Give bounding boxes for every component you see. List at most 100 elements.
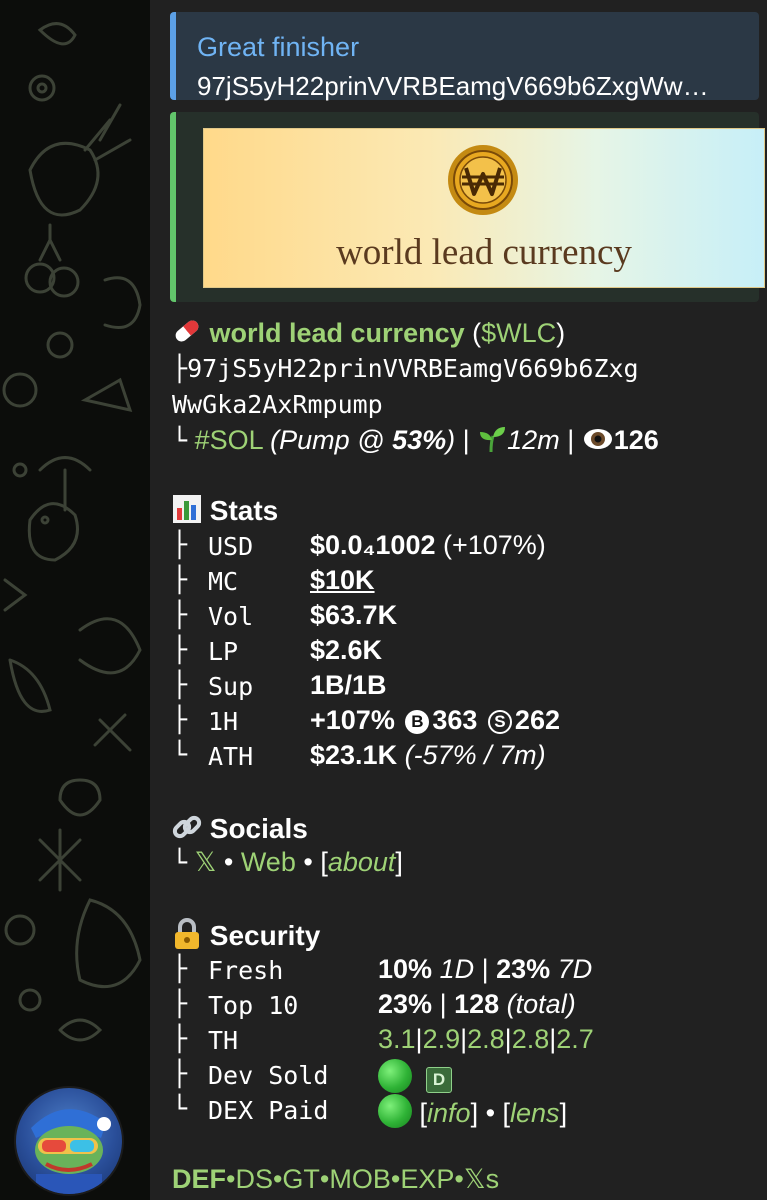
- one-hour-change: +107%: [310, 705, 395, 735]
- separator: •: [390, 1164, 401, 1194]
- tree-branch: ├: [172, 954, 188, 983]
- token-name-link[interactable]: world lead currency: [210, 318, 465, 348]
- wlc-logo-icon: [448, 145, 518, 215]
- view-count: 126: [613, 425, 659, 455]
- gt-link[interactable]: GT: [282, 1164, 320, 1194]
- footer-links: DEF•DS•GT•MOB•EXP•𝕏s: [172, 1164, 499, 1195]
- stat-label: LP: [208, 637, 239, 666]
- seedling-icon: [480, 427, 506, 453]
- one-hour-value: +107% B 363 S 262: [310, 705, 560, 736]
- tree-end: └: [172, 740, 188, 769]
- security-label: DEX Paid: [208, 1096, 329, 1125]
- about-link[interactable]: about: [328, 847, 396, 877]
- stat-label: MC: [208, 567, 239, 596]
- holder-link[interactable]: 2.8: [467, 1024, 505, 1054]
- fresh-7d-unit: 7D: [557, 954, 593, 984]
- top10-unit: (total): [506, 989, 576, 1019]
- fresh-7d-pct: 23%: [496, 954, 551, 984]
- fresh-1d-unit: 1D: [439, 954, 475, 984]
- separator: •: [216, 847, 241, 877]
- sell-count: 262: [514, 705, 560, 735]
- fresh-1d-pct: 10%: [378, 954, 433, 984]
- tree-branch: ├: [172, 670, 188, 699]
- tree-end: └: [172, 1094, 188, 1123]
- separator: |: [439, 989, 447, 1019]
- lens-link[interactable]: lens: [510, 1098, 560, 1128]
- buy-count: 363: [432, 705, 478, 735]
- dexpaid-value: [info] • [lens]: [378, 1094, 567, 1129]
- tree-branch: ├: [172, 530, 188, 559]
- separator: •: [319, 1164, 330, 1194]
- ticker-link[interactable]: $WLC: [481, 318, 556, 348]
- holder-link[interactable]: 2.8: [512, 1024, 550, 1054]
- eye-icon: [583, 429, 612, 449]
- ath-price: $23.1K: [310, 740, 398, 770]
- web-link[interactable]: Web: [241, 847, 296, 877]
- tree-branch: ├: [172, 635, 188, 664]
- reply-quote[interactable]: Great finisher 97jS5yH22prinVVRBEamgV669…: [170, 12, 759, 101]
- separator: •: [272, 1164, 283, 1194]
- reply-text: 97jS5yH22prinVVRBEamgV669b6ZxgWw…: [197, 71, 709, 101]
- market-cap-link[interactable]: $10K: [310, 565, 375, 596]
- socials-heading-text: Socials: [209, 813, 308, 844]
- x-search-link[interactable]: 𝕏s: [464, 1164, 499, 1194]
- security-label: Top 10: [208, 991, 299, 1020]
- fresh-value: 10% 1D | 23% 7D: [378, 954, 592, 985]
- link-icon: [172, 815, 202, 839]
- security-heading: Security: [172, 918, 320, 952]
- stat-label: Vol: [208, 602, 254, 631]
- x-link[interactable]: 𝕏: [195, 847, 217, 877]
- token-header: world lead currency ($WLC): [172, 316, 565, 349]
- ath-change: (-57% / 7m): [397, 740, 546, 770]
- top10-count: 128: [454, 989, 500, 1019]
- security-heading-text: Security: [209, 920, 321, 951]
- green-circle-icon: [378, 1094, 412, 1128]
- stat-label: 1H: [208, 707, 239, 736]
- frog-avatar-icon: [31, 1109, 111, 1194]
- link-preview[interactable]: world lead currency: [170, 112, 765, 302]
- pill-icon: [175, 320, 199, 342]
- preview-banner-image[interactable]: world lead currency: [203, 128, 765, 288]
- stat-label: USD: [208, 532, 254, 561]
- holder-link[interactable]: 2.7: [556, 1024, 594, 1054]
- usd-change: (+107%): [435, 530, 546, 560]
- stat-label: ATH: [208, 742, 254, 771]
- exp-link[interactable]: EXP: [400, 1164, 454, 1194]
- def-link[interactable]: DEF: [172, 1164, 226, 1194]
- separator: •: [295, 847, 321, 877]
- ds-link[interactable]: DS: [235, 1164, 273, 1194]
- tree-branch: ├: [172, 705, 188, 734]
- message-bubble: Great finisher 97jS5yH22prinVVRBEamgV669…: [150, 0, 767, 1200]
- token-meta-line: └ #SOL (Pump @ 53%) | 12m | 126: [172, 424, 659, 456]
- info-link[interactable]: info: [427, 1098, 471, 1128]
- doodle-pattern-icon: [2, 22, 142, 1042]
- tree-branch: ├: [172, 1059, 188, 1088]
- holder-link[interactable]: 2.9: [423, 1024, 461, 1054]
- holder-link[interactable]: 3.1: [378, 1024, 416, 1054]
- reply-title: Great finisher: [197, 32, 360, 62]
- liquidity-value: $2.6K: [310, 635, 383, 665]
- buys-icon: B: [405, 710, 430, 734]
- dev-badge-icon[interactable]: D: [426, 1067, 452, 1093]
- address-line-1[interactable]: ├97jS5yH22prinVVRBEamgV669b6Zxg: [172, 354, 639, 383]
- ath-value: $23.1K (-57% / 7m): [310, 740, 546, 771]
- mob-link[interactable]: MOB: [329, 1164, 391, 1194]
- devsold-value: D: [378, 1059, 452, 1094]
- contract-address-part1: 97jS5yH22prinVVRBEamgV669b6Zxg: [187, 354, 639, 383]
- tree-branch: ├: [172, 354, 188, 383]
- supply-value: 1B/1B: [310, 670, 387, 700]
- bracket-close: ]: [395, 847, 403, 877]
- green-circle-icon: [378, 1059, 412, 1093]
- stat-value: $0.0₄1002 (+107%): [310, 530, 546, 561]
- socials-links: └ 𝕏 • Web • [about]: [172, 847, 403, 878]
- chain-hashtag[interactable]: #SOL: [195, 425, 263, 455]
- stats-heading-text: Stats: [209, 495, 279, 526]
- user-avatar[interactable]: [14, 1086, 124, 1196]
- chat-wallpaper: [0, 0, 150, 1200]
- address-line-2[interactable]: WwGka2AxRmpump: [172, 390, 383, 419]
- separator: |: [481, 954, 489, 984]
- volume-value: $63.7K: [310, 600, 398, 630]
- separator: |: [567, 425, 582, 455]
- tree-end: └: [172, 848, 188, 877]
- bar-chart-icon: [173, 495, 201, 523]
